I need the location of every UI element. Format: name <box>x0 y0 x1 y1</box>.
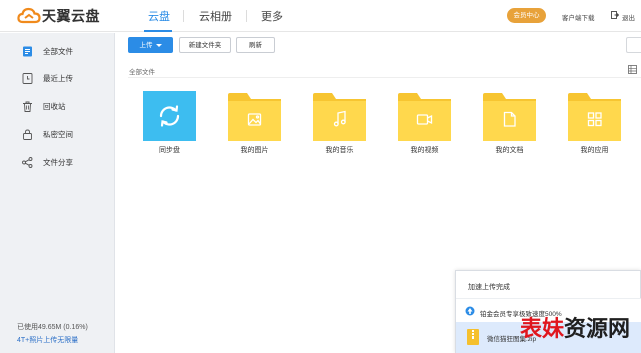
folder-tile <box>313 93 366 141</box>
folder-sync-drive[interactable]: 同步盘 <box>143 91 196 156</box>
folder-my-apps[interactable]: 我的应用 <box>568 91 621 156</box>
sidebar-item-recycle-bin[interactable]: 回收站 <box>22 99 66 113</box>
watermark-part2: 资源网 <box>564 316 631 341</box>
sidebar-item-all-files[interactable]: 全部文件 <box>22 44 73 58</box>
client-download-link[interactable]: 客户端下载 <box>562 12 595 22</box>
sidebar-item-label: 文件分享 <box>43 157 73 167</box>
exit-link[interactable]: 退出 <box>622 12 635 22</box>
breadcrumb-divider <box>128 77 641 78</box>
search-input[interactable] <box>626 37 641 53</box>
watermark-part1: 表妹 <box>520 316 565 341</box>
nav-divider <box>183 10 184 22</box>
speed-boost-icon <box>465 306 475 316</box>
clock-icon <box>22 72 33 84</box>
folder-my-music[interactable]: 我的音乐 <box>313 91 366 156</box>
folder-name: 我的视频 <box>410 147 439 154</box>
list-view-icon[interactable] <box>628 65 637 74</box>
sidebar-item-label: 私密空间 <box>43 129 73 139</box>
folder-name: 我的图片 <box>240 147 269 154</box>
sidebar-item-file-share[interactable]: 文件分享 <box>22 155 73 169</box>
folder-tile <box>228 93 281 141</box>
member-center-button[interactable]: 会员中心 <box>507 8 546 23</box>
trash-icon <box>22 101 33 112</box>
zip-file-icon <box>467 329 479 345</box>
upload-complete-title: 加速上传完成 <box>468 284 510 291</box>
lock-icon <box>22 129 33 140</box>
active-tab-indicator <box>144 30 172 32</box>
tab-cloud-album[interactable]: 云相册 <box>199 8 232 24</box>
site-watermark: 表妹资源网 <box>520 311 630 343</box>
logo-text: 天翼云盘 <box>42 8 100 24</box>
sidebar-item-recent-uploads[interactable]: 最近上传 <box>22 71 73 85</box>
folder-name: 我的音乐 <box>325 147 354 154</box>
folder-name: 我的应用 <box>580 147 609 154</box>
sync-folder-tile <box>143 91 196 141</box>
folder-tile <box>568 93 621 141</box>
folder-my-videos[interactable]: 我的视频 <box>398 91 451 156</box>
refresh-button[interactable]: 刷新 <box>236 37 275 53</box>
sidebar-item-label: 最近上传 <box>43 73 73 83</box>
exit-icon[interactable] <box>611 11 619 19</box>
chevron-down-icon <box>155 43 162 47</box>
storage-usage-text: 已使用49.65M (0.16%) <box>17 324 88 331</box>
upload-button-label: 上传 <box>139 42 153 49</box>
sidebar-item-label: 回收站 <box>43 101 66 111</box>
cloud-logo-icon <box>17 7 41 24</box>
breadcrumb[interactable]: 全部文件 <box>129 66 155 76</box>
upload-button[interactable]: 上传 <box>128 37 173 53</box>
folder-tile <box>398 93 451 141</box>
unlimited-photo-upload-link[interactable]: 4T+照片上传无限量 <box>17 335 78 345</box>
top-header: 天翼云盘 云盘 云相册 更多 会员中心 客户端下载 退出 <box>0 0 641 32</box>
folder-name: 同步盘 <box>159 147 180 154</box>
folder-tile <box>483 93 536 141</box>
folder-my-documents[interactable]: 我的文档 <box>483 91 536 156</box>
file-list-icon <box>22 46 33 57</box>
new-folder-button[interactable]: 新建文件夹 <box>179 37 231 53</box>
folder-name: 我的文档 <box>495 147 524 154</box>
tianyi-cloud-logo[interactable]: 天翼云盘 <box>17 6 100 26</box>
sidebar: 全部文件 最近上传 回收站 私密空间 文件分享 已使用49.65M (0.16%… <box>0 33 115 353</box>
tab-more[interactable]: 更多 <box>261 8 283 24</box>
sidebar-item-private-space[interactable]: 私密空间 <box>22 127 73 141</box>
sidebar-item-label: 全部文件 <box>43 46 73 56</box>
folder-my-pictures[interactable]: 我的图片 <box>228 91 281 156</box>
nav-divider <box>246 10 247 22</box>
tab-cloud-drive[interactable]: 云盘 <box>148 8 170 24</box>
share-icon <box>22 156 33 168</box>
